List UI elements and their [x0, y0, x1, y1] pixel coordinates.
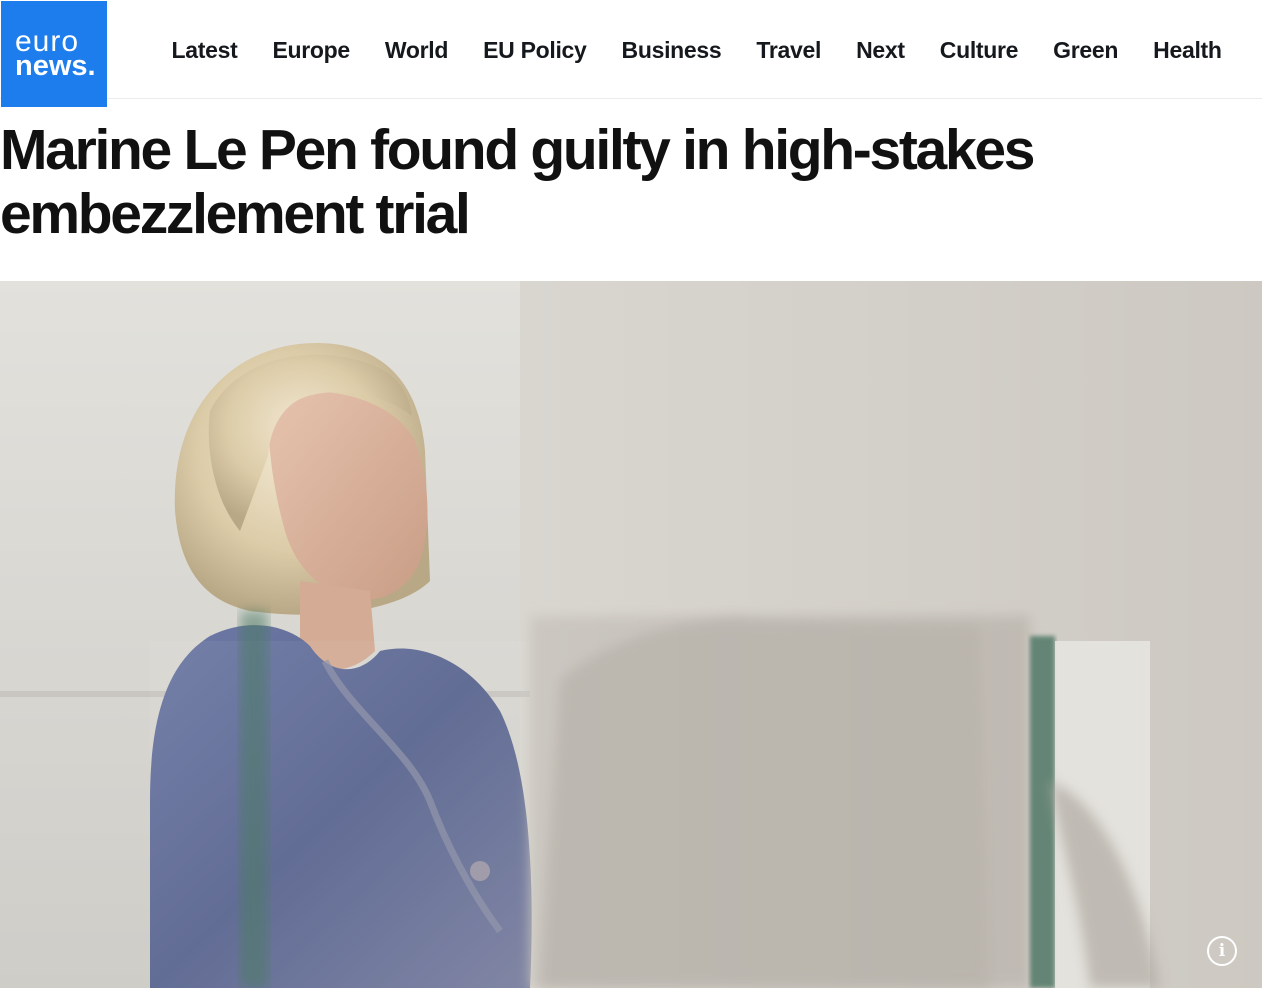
nav-item-green[interactable]: Green — [1036, 33, 1136, 68]
euronews-logo[interactable]: euro news. — [1, 1, 107, 107]
nav-item-next[interactable]: Next — [839, 33, 923, 68]
hero-photo: i — [0, 281, 1262, 988]
logo-text-news: news. — [15, 50, 96, 82]
main-nav: Latest Europe World EU Policy Business T… — [154, 30, 1239, 70]
nav-item-business[interactable]: Business — [604, 33, 739, 68]
nav-item-europe[interactable]: Europe — [255, 33, 367, 68]
nav-item-world[interactable]: World — [367, 33, 465, 68]
page: euro news. Latest Europe World EU Policy… — [0, 0, 1262, 988]
hero-photo-illustration — [0, 281, 1262, 988]
nav-item-culture[interactable]: Culture — [922, 33, 1035, 68]
nav-item-latest[interactable]: Latest — [154, 33, 255, 68]
article-headline: Marine Le Pen found guilty in high-stake… — [0, 118, 1035, 246]
nav-item-eu-policy[interactable]: EU Policy — [466, 33, 604, 68]
nav-item-health[interactable]: Health — [1136, 33, 1240, 68]
site-header: euro news. Latest Europe World EU Policy… — [0, 0, 1262, 107]
nav-item-travel[interactable]: Travel — [739, 33, 839, 68]
info-icon[interactable]: i — [1207, 936, 1237, 966]
